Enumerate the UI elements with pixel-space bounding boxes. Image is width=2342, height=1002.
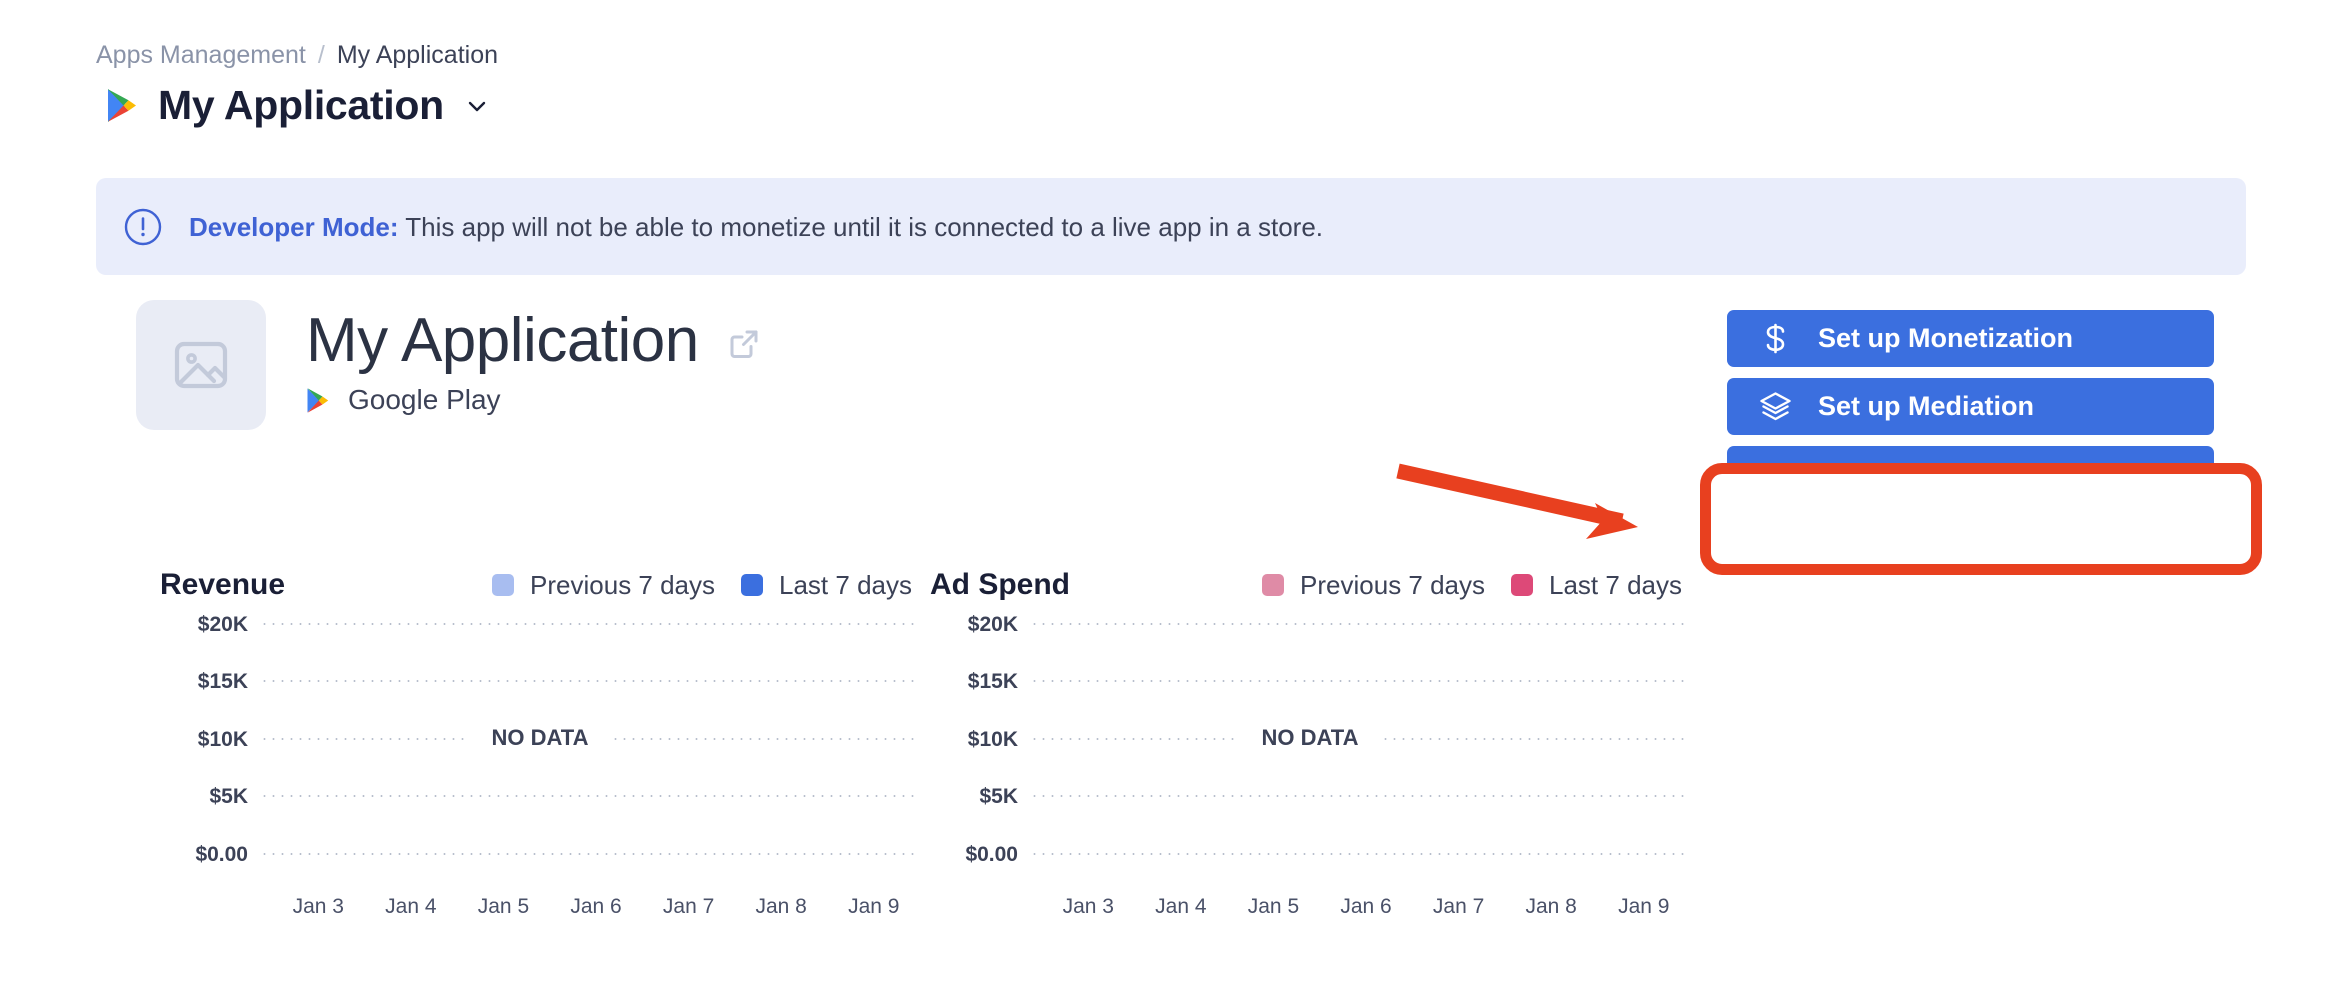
gridline [1030,680,1690,682]
chart-empty-state: NO DATA [1240,725,1381,751]
app-hero: My Application [136,300,761,430]
legend-swatch [492,574,514,596]
chart-title: Ad Spend [930,568,1070,602]
banner-body: This app will not be able to monetize un… [405,212,1323,242]
x-axis: Jan 3 Jan 4 Jan 5 Jan 6 Jan 7 Jan 8 Jan … [272,895,920,919]
x-axis-tick: Jan 7 [642,895,735,919]
app-detail-page: Apps Management / My Application .breadc… [0,0,2342,1002]
gridline [1030,623,1690,625]
x-axis-tick: Jan 8 [735,895,828,919]
x-axis-tick: Jan 5 [1227,895,1320,919]
breadcrumb-separator: / [318,40,325,70]
legend-label: Last 7 days [1549,570,1682,601]
chart-legend: Previous 7 days Last 7 days [492,570,920,601]
edit-app-settings-button[interactable]: Edit app settings [1727,514,2214,571]
legend-item[interactable]: Previous 7 days [492,570,715,601]
legend-item[interactable]: Last 7 days [1511,570,1682,601]
gridline [260,680,920,682]
legend-item[interactable]: Last 7 days [741,570,912,601]
legend-swatch [1511,574,1533,596]
app-name-heading: My Application [306,304,699,378]
action-button-group: Set up Monetization Set up Mediation [1727,310,2214,571]
megaphone-icon [1759,458,1792,491]
set-up-mediation-button[interactable]: Set up Mediation [1727,378,2214,435]
ad-spend-chart: Ad Spend Previous 7 days Last 7 days $20… [930,565,1690,965]
x-axis-tick: Jan 5 [457,895,550,919]
y-axis-tick: $10K [930,728,1030,752]
x-axis-tick: Jan 9 [1597,895,1690,919]
x-axis: Jan 3 Jan 4 Jan 5 Jan 6 Jan 7 Jan 8 Jan … [1042,895,1690,919]
alert-circle-icon [123,207,163,247]
breadcrumb: Apps Management / My Application [96,40,498,70]
gridline [260,795,920,797]
start-advertising-button[interactable]: Start advertising [1727,446,2214,503]
chart-legend: Previous 7 days Last 7 days [1262,570,1690,601]
banner-label: Developer Mode: [189,212,399,242]
x-axis-tick: Jan 6 [550,895,643,919]
annotation-arrow-icon [1390,455,1700,565]
store-row: Google Play [306,384,761,416]
chart-title: Revenue [160,568,285,602]
x-axis-tick: Jan 7 [1412,895,1505,919]
breadcrumb-current: My Application [337,40,498,70]
page-title: My Application [158,82,444,129]
app-title-row[interactable]: My Application [106,82,488,129]
chart-plot-area: $20K $15K $10K $5K $0.00 [160,623,920,888]
y-axis-tick: $20K [930,613,1030,637]
chevron-down-icon[interactable] [462,95,488,117]
developer-mode-banner: Developer Mode: This app will not be abl… [96,178,2246,275]
x-axis-tick: Jan 9 [827,895,920,919]
legend-label: Last 7 days [779,570,912,601]
y-axis-tick: $15K [160,670,260,694]
set-up-monetization-button[interactable]: Set up Monetization [1727,310,2214,367]
y-axis-tick: $5K [160,785,260,809]
button-label: Start advertising [1818,459,2031,490]
breadcrumb-link-apps-management[interactable]: Apps Management [96,40,306,70]
legend-swatch [741,574,763,596]
legend-label: Previous 7 days [1300,570,1485,601]
revenue-chart: Revenue Previous 7 days Last 7 days $20K [160,565,920,965]
dollar-sign-icon [1759,322,1792,355]
button-label: Set up Mediation [1818,391,2034,422]
external-link-icon[interactable] [727,321,761,361]
y-axis-tick: $0.00 [160,843,260,867]
x-axis-tick: Jan 4 [1135,895,1228,919]
gridline [260,623,920,625]
app-thumbnail [136,300,266,430]
google-play-icon [106,87,140,124]
charts-section: Revenue Previous 7 days Last 7 days $20K [0,565,2342,965]
x-axis-tick: Jan 8 [1505,895,1598,919]
x-axis-tick: Jan 3 [272,895,365,919]
gridline [1030,795,1690,797]
y-axis-tick: $10K [160,728,260,752]
gridline [260,853,920,855]
gridline [1030,853,1690,855]
chart-empty-state: NO DATA [470,725,611,751]
x-axis-tick: Jan 6 [1320,895,1413,919]
y-axis-tick: $20K [160,613,260,637]
legend-item[interactable]: Previous 7 days [1262,570,1485,601]
layers-icon [1759,390,1792,423]
button-label: Edit app settings [1818,527,2036,558]
legend-swatch [1262,574,1284,596]
chart-plot-area: $20K $15K $10K $5K $0.00 [930,623,1690,888]
x-axis-tick: Jan 3 [1042,895,1135,919]
button-label: Set up Monetization [1818,323,2073,354]
edit-pencil-icon [1759,526,1792,559]
y-axis-tick: $5K [930,785,1030,809]
legend-label: Previous 7 days [530,570,715,601]
y-axis-tick: $0.00 [930,843,1030,867]
image-placeholder-icon [170,334,232,396]
x-axis-tick: Jan 4 [365,895,458,919]
banner-message: Developer Mode: This app will not be abl… [189,211,1323,243]
google-play-icon [306,387,331,414]
store-name: Google Play [348,384,501,416]
y-axis-tick: $15K [930,670,1030,694]
